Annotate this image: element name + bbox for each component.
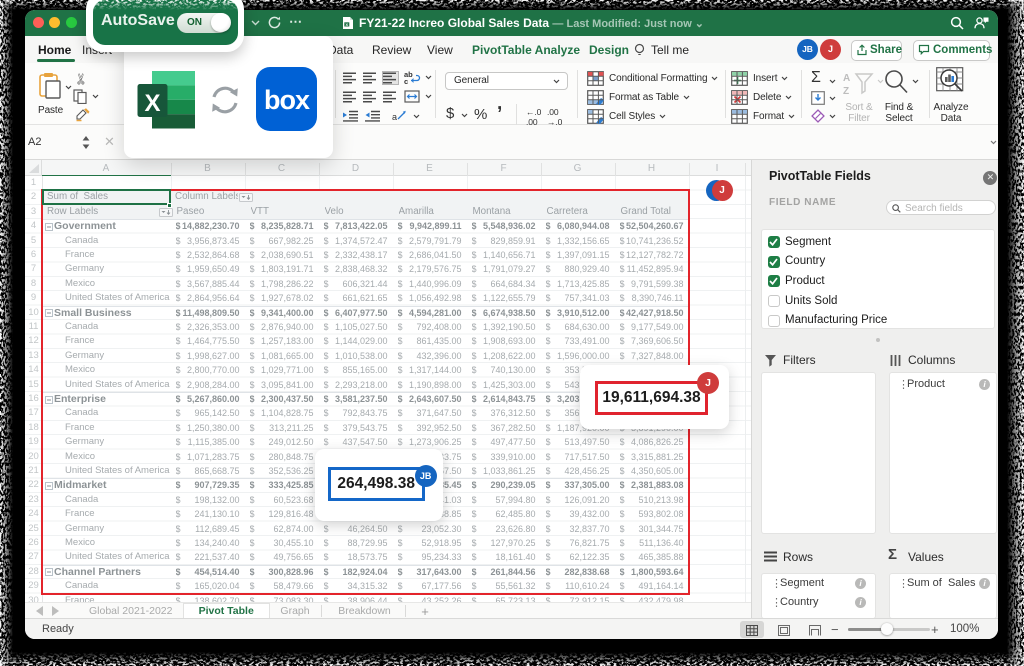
svg-text:X: X: [144, 90, 160, 117]
svg-text:Z: Z: [843, 86, 849, 96]
svg-text:box: box: [264, 85, 310, 115]
svg-text:c: c: [404, 77, 408, 84]
svg-text:A: A: [843, 73, 850, 84]
svg-text:X: X: [346, 23, 349, 27]
svg-text:a: a: [392, 112, 397, 122]
